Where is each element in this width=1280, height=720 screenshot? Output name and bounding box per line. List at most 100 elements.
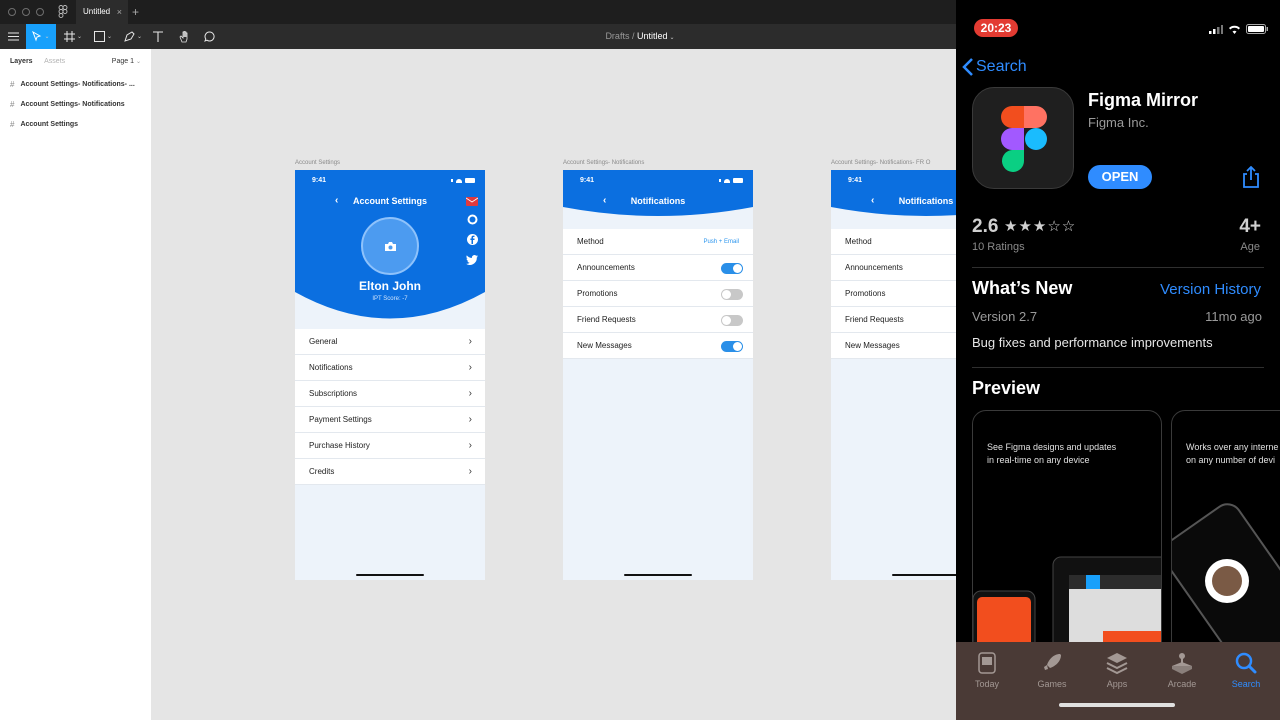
notification-row-new-messages[interactable]: New Messages <box>563 333 753 359</box>
method-value[interactable]: Push + Email <box>703 229 739 255</box>
hand-icon <box>179 30 187 42</box>
promotions-toggle[interactable] <box>721 289 743 300</box>
shape-tool-button[interactable]: ⌄ <box>90 24 116 49</box>
settings-row-general[interactable]: General › <box>295 329 485 355</box>
new-tab-button[interactable]: + <box>132 0 139 24</box>
comment-tool-button[interactable] <box>200 24 218 49</box>
text-tool-button[interactable] <box>150 24 166 49</box>
figma-logo-icon[interactable] <box>58 5 68 19</box>
hamburger-icon <box>7 32 19 41</box>
version-label: Version 2.7 <box>972 309 1038 324</box>
new-messages-toggle[interactable] <box>721 341 743 352</box>
back-to-search-button[interactable]: Search <box>962 58 1027 76</box>
arcade-joystick-icon <box>1172 653 1192 674</box>
text-icon <box>153 31 163 42</box>
settings-row-subscriptions[interactable]: Subscriptions › <box>295 381 485 407</box>
mail-icon[interactable] <box>466 196 478 207</box>
tab-today[interactable]: Today <box>957 650 1017 689</box>
frame-notifications[interactable]: 9:41 ‹ Notifications Method Push + Email … <box>563 170 753 580</box>
header-title: Notifications <box>898 196 954 206</box>
tab-search[interactable]: Search <box>1216 650 1276 689</box>
close-tab-icon[interactable]: × <box>117 0 122 24</box>
tab-assets[interactable]: Assets <box>44 58 65 65</box>
maximize-window-button[interactable] <box>36 8 44 16</box>
settings-row-payment-settings[interactable]: Payment Settings › <box>295 407 485 433</box>
pen-tool-button[interactable]: ⌄ <box>120 24 146 49</box>
notification-row[interactable]: Friend Requests <box>831 307 956 333</box>
layer-item[interactable]: # Account Settings- Notifications <box>10 100 125 109</box>
settings-row-notifications[interactable]: Notifications › <box>295 355 485 381</box>
whatsapp-icon[interactable] <box>466 214 478 225</box>
layer-item[interactable]: # Account Settings- Notifications- ... <box>10 80 135 89</box>
notification-row-promotions[interactable]: Promotions <box>563 281 753 307</box>
tab-arcade[interactable]: Arcade <box>1152 650 1212 689</box>
frame-layer-icon: # <box>10 100 15 109</box>
notification-row[interactable]: Announcements <box>831 255 956 281</box>
profile-name: Elton John <box>359 279 421 293</box>
minimize-window-button[interactable] <box>22 8 30 16</box>
notification-row-method[interactable]: Method Push + Email <box>563 229 753 255</box>
version-history-link[interactable]: Version History <box>1160 281 1261 298</box>
settings-row-label: Credits <box>309 467 335 476</box>
frame-label[interactable]: Account Settings- Notifications <box>563 160 644 166</box>
breadcrumb-drafts[interactable]: Drafts <box>605 31 629 41</box>
status-icons <box>1209 24 1268 34</box>
close-window-button[interactable] <box>8 8 16 16</box>
battery-icon <box>1246 24 1268 34</box>
file-tab[interactable]: Untitled × <box>76 0 128 24</box>
row-label: Method <box>845 237 872 246</box>
frame-notifications-fr[interactable]: 9:41 ‹ Notifications Method Announcement… <box>831 170 956 580</box>
frame-layer-icon: # <box>10 80 15 89</box>
preview-phone-illustration <box>1172 503 1280 654</box>
hand-tool-button[interactable] <box>175 24 193 49</box>
notification-row-friend-requests[interactable]: Friend Requests <box>563 307 753 333</box>
age-rating: 4+ <box>1239 216 1261 237</box>
settings-row-credits[interactable]: Credits › <box>295 459 485 485</box>
preview-screenshot[interactable]: See Figma designs and updates in real-ti… <box>972 410 1162 655</box>
home-indicator <box>356 574 424 576</box>
age-label: Age <box>1240 241 1260 253</box>
page-selector[interactable]: Page 1 ⌄ <box>112 58 141 65</box>
preview-caption: Works over any interne on any number of … <box>1186 442 1279 465</box>
share-button[interactable] <box>1242 165 1260 193</box>
app-developer[interactable]: Figma Inc. <box>1088 115 1149 130</box>
file-menu-chevron-icon[interactable]: ⌄ <box>670 35 675 41</box>
friend-requests-toggle[interactable] <box>721 315 743 326</box>
phone-mirror: 20:23 Search Figma Mirror Figma Inc. OPE… <box>956 0 1280 720</box>
preview-screenshot[interactable]: Works over any interne on any number of … <box>1171 410 1280 655</box>
frame-tool-button[interactable]: ⌄ <box>60 24 86 49</box>
avatar-upload[interactable] <box>361 217 419 275</box>
row-label: Announcements <box>577 263 635 272</box>
settings-row-label: Subscriptions <box>309 389 358 398</box>
rocket-icon <box>1044 654 1061 672</box>
settings-row-purchase-history[interactable]: Purchase History › <box>295 433 485 459</box>
canvas[interactable]: Account Settings 9:41 ‹ Account Settings… <box>152 49 956 720</box>
row-label: Announcements <box>845 263 903 272</box>
release-notes: Bug fixes and performance improvements <box>972 335 1213 350</box>
notification-row[interactable]: Method <box>831 229 956 255</box>
status-icons <box>719 178 743 183</box>
frame-account-settings[interactable]: 9:41 ‹ Account Settings Elton John IPT S… <box>295 170 485 580</box>
tab-layers[interactable]: Layers <box>10 58 33 65</box>
apps-layers-icon <box>1106 653 1128 674</box>
tab-apps[interactable]: Apps <box>1087 650 1147 689</box>
facebook-icon[interactable] <box>466 234 478 245</box>
main-menu-button[interactable] <box>4 24 22 49</box>
announcements-toggle[interactable] <box>721 263 743 274</box>
figma-app-logo-icon <box>1001 106 1047 172</box>
notification-row-announcements[interactable]: Announcements <box>563 255 753 281</box>
notification-row[interactable]: Promotions <box>831 281 956 307</box>
row-label: Friend Requests <box>845 315 904 324</box>
move-tool-button[interactable]: ⌄ <box>26 24 56 49</box>
open-button[interactable]: OPEN <box>1088 165 1152 189</box>
breadcrumb-file[interactable]: Untitled <box>637 31 668 41</box>
tab-games[interactable]: Games <box>1022 650 1082 689</box>
settings-row-label: Notifications <box>309 363 353 372</box>
frame-label[interactable]: Account Settings- Notifications- FR O <box>831 160 930 166</box>
twitter-icon[interactable] <box>466 254 478 265</box>
layer-item[interactable]: # Account Settings <box>10 120 78 129</box>
notification-row[interactable]: New Messages <box>831 333 956 359</box>
tab-label: Arcade <box>1167 679 1197 689</box>
frame-label[interactable]: Account Settings <box>295 160 340 166</box>
release-age: 11mo ago <box>1205 309 1262 324</box>
